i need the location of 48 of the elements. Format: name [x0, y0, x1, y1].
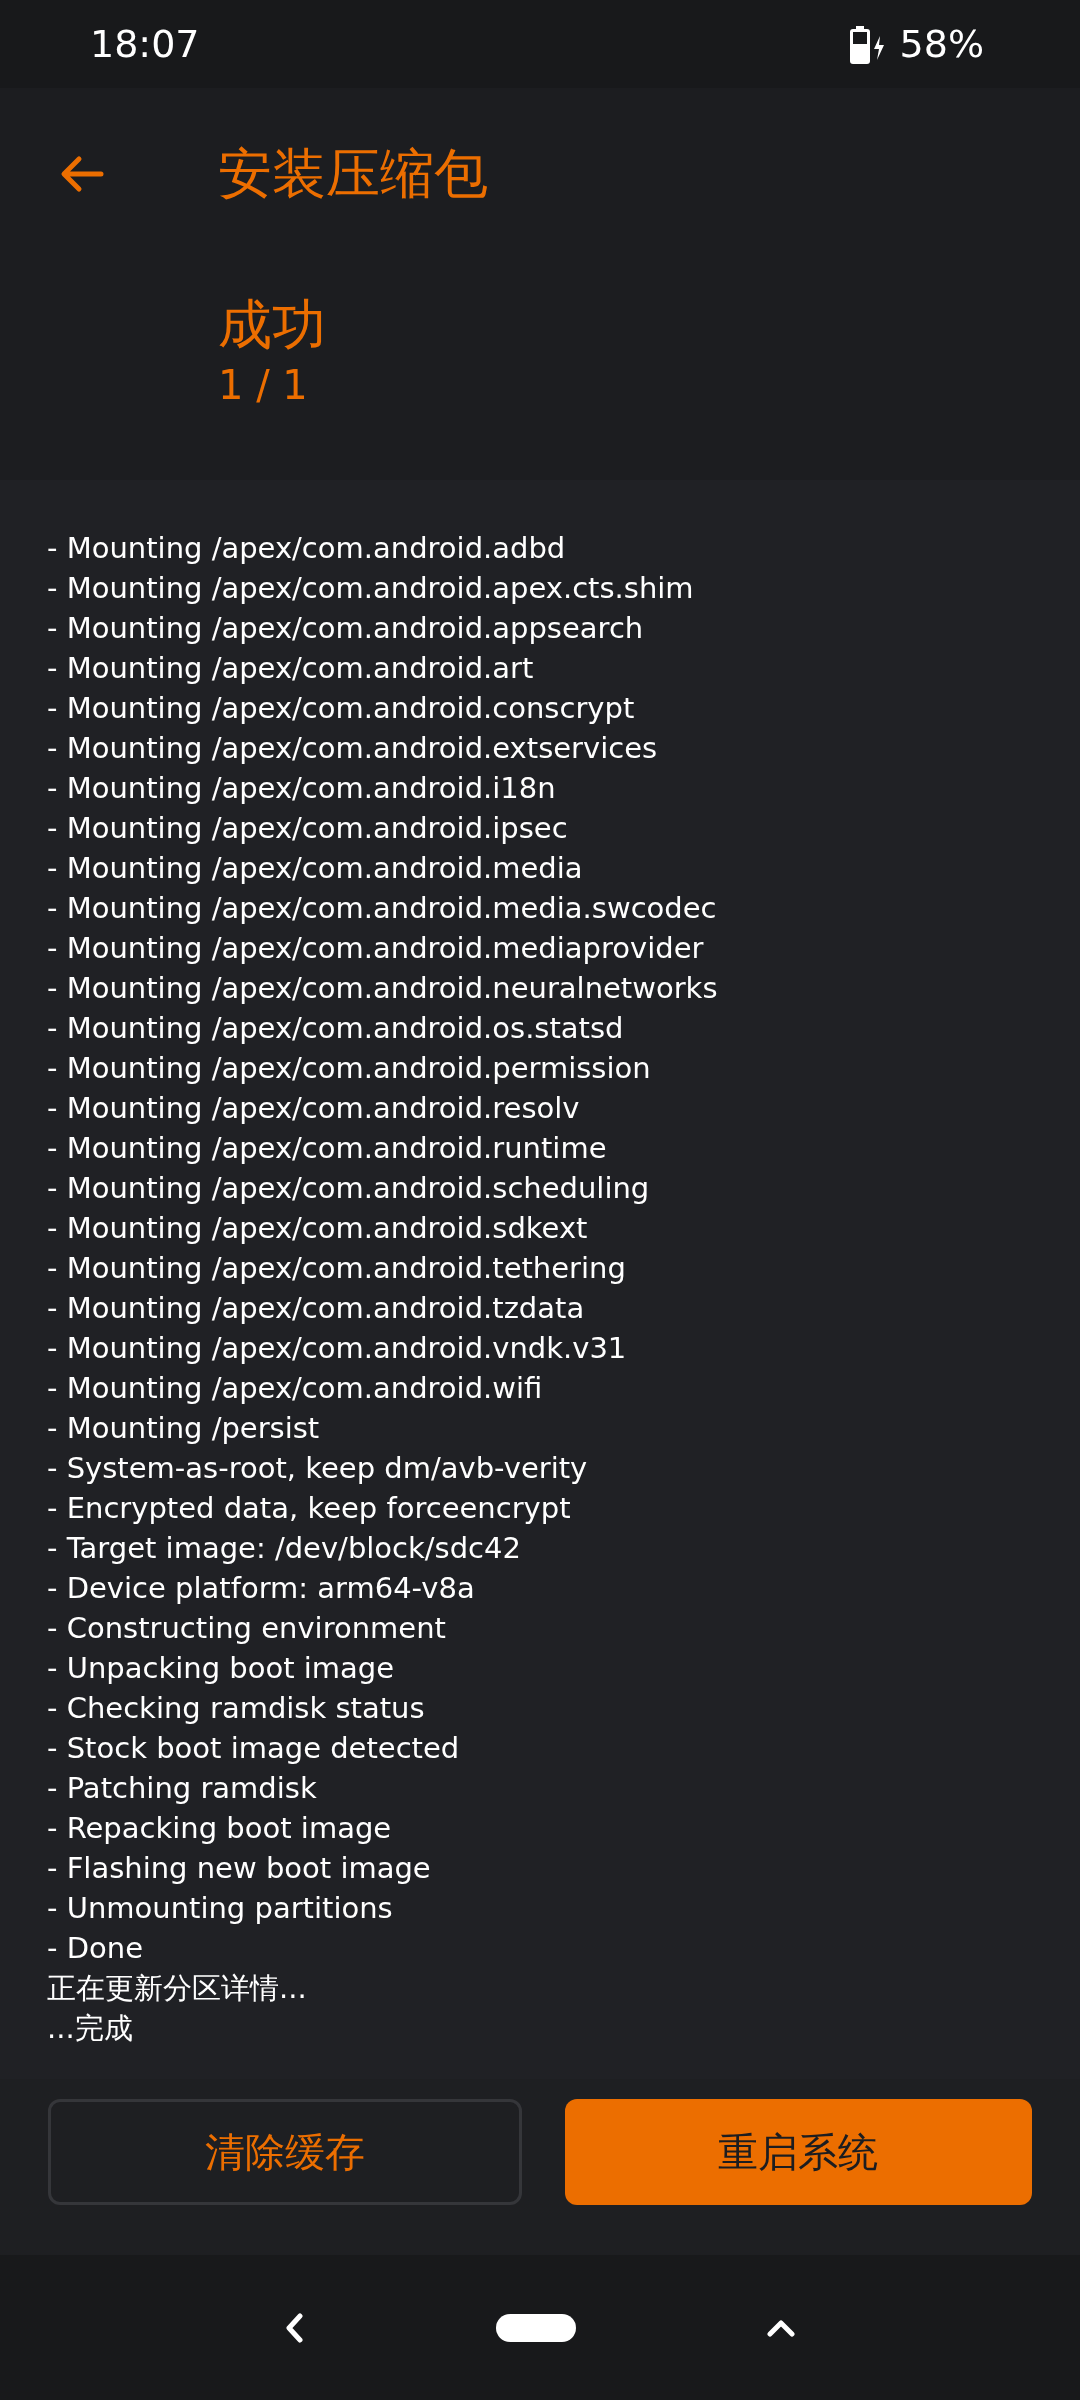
log-line: - Mounting /apex/com.android.tzdata: [47, 1290, 586, 1327]
log-line: - Encrypted data, keep forceencrypt: [47, 1490, 572, 1527]
log-line: - Mounting /apex/com.android.ipsec: [47, 810, 569, 847]
log-line: - Mounting /apex/com.android.runtime: [47, 1130, 608, 1167]
log-line: - Mounting /apex/com.android.art: [47, 650, 535, 687]
log-line: - Mounting /apex/com.android.media: [47, 850, 584, 887]
log-line: - Mounting /apex/com.android.permission: [47, 1050, 652, 1087]
battery-percentage: 58%: [899, 22, 984, 66]
log-line: ...完成: [47, 2010, 134, 2047]
caret-up-icon[interactable]: [766, 2318, 795, 2337]
log-line: - Stock boot image detected: [47, 1730, 461, 1767]
log-line: - Mounting /apex/com.android.sdkext: [47, 1210, 589, 1247]
log-line: - Constructing environment: [47, 1610, 447, 1647]
log-line: - Mounting /apex/com.android.mediaprovider: [47, 930, 705, 967]
log-line: - Mounting /apex/com.android.wifi: [47, 1370, 544, 1407]
log-line: - Repacking boot image: [47, 1810, 393, 1847]
log-line: - System-as-root, keep dm/avb-verity: [47, 1450, 589, 1487]
log-line: - Mounting /apex/com.android.media.swcodec: [47, 890, 718, 927]
log-line: - Mounting /apex/com.android.vndk.v31: [47, 1330, 628, 1367]
log-line: - Mounting /apex/com.android.conscrypt: [47, 690, 636, 727]
progress-text: 1 / 1: [218, 361, 309, 410]
status-text: 成功: [218, 292, 327, 358]
page-title: 安装压缩包: [218, 140, 488, 207]
log-line: - Mounting /apex/com.android.adbd: [47, 530, 567, 567]
home-pill-icon[interactable]: [496, 2313, 576, 2342]
log-line: - Mounting /apex/com.android.resolv: [47, 1090, 581, 1127]
log-line: - Mounting /apex/com.android.i18n: [47, 770, 557, 807]
log-line: - Mounting /apex/com.android.extservices: [47, 730, 659, 767]
log-line: 正在更新分区详情...: [47, 1970, 308, 2007]
log-line: - Checking ramdisk status: [47, 1690, 426, 1727]
log-line: - Mounting /persist: [47, 1410, 321, 1447]
log-line: - Target image: /dev/block/sdc42: [47, 1530, 522, 1567]
log-line: - Device platform: arm64-v8a: [47, 1570, 476, 1607]
log-line: - Flashing new boot image: [47, 1850, 432, 1887]
log-line: - Mounting /apex/com.android.apex.cts.shim: [47, 570, 695, 607]
log-line: - Patching ramdisk: [47, 1770, 318, 1807]
primary-button[interactable]: 重启系统: [564, 2099, 1032, 2205]
log-line: - Mounting /apex/com.android.appsearch: [47, 610, 645, 647]
back-nav-icon[interactable]: [285, 2312, 306, 2343]
log-line: - Mounting /apex/com.android.tethering: [47, 1250, 627, 1287]
secondary-button[interactable]: 清除缓存: [48, 2099, 522, 2205]
log-line: - Unpacking boot image: [47, 1650, 396, 1687]
log-line: - Done: [47, 1930, 144, 1967]
clock: 18:07: [90, 22, 200, 66]
log-line: - Mounting /apex/com.android.os.statsd: [47, 1010, 625, 1047]
log-line: - Mounting /apex/com.android.neuralnetworks: [47, 970, 719, 1007]
log-line: - Unmounting partitions: [47, 1890, 394, 1927]
log-line: - Mounting /apex/com.android.scheduling: [47, 1170, 651, 1207]
